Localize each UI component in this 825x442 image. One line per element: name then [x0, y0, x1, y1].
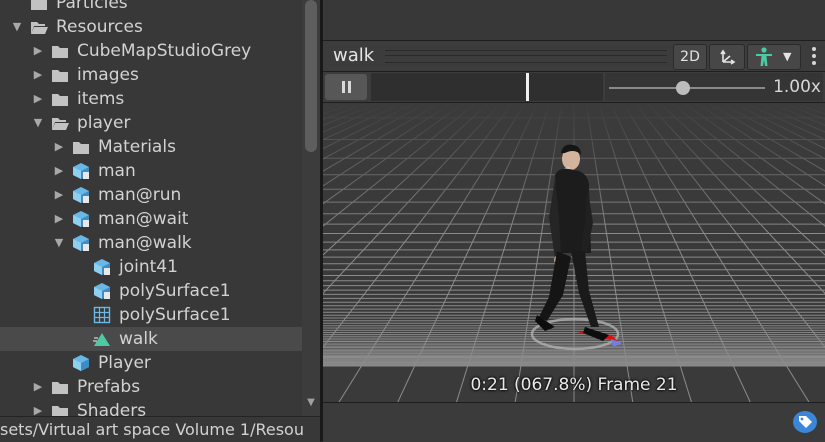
preview-scene: [323, 103, 825, 402]
tree-item[interactable]: polySurface1: [0, 279, 302, 303]
tree-item[interactable]: ▶ items: [0, 87, 302, 111]
tree-item-label: Resources: [56, 17, 143, 37]
collapse-arrow-icon[interactable]: ▶: [52, 207, 66, 231]
tree-item[interactable]: ▶ CubeMapStudioGrey: [0, 39, 302, 63]
tree-item[interactable]: ▶ man@run: [0, 183, 302, 207]
tree-item[interactable]: Particles: [0, 0, 302, 15]
tree-item[interactable]: ▼ player: [0, 111, 302, 135]
avatar-dropdown[interactable]: ▼: [747, 44, 801, 70]
expand-arrow-icon[interactable]: ▼: [10, 15, 24, 39]
tree-item-label: items: [77, 89, 125, 109]
tree-scrollbar-thumb[interactable]: [305, 0, 317, 152]
folder-icon: [73, 142, 89, 154]
playhead[interactable]: [526, 73, 529, 101]
folder-open-icon: [52, 118, 69, 130]
tree-item[interactable]: ▶ Prefabs: [0, 375, 302, 399]
frame-info: 0:21 (067.8%) Frame 21: [470, 375, 678, 395]
chevron-down-icon: ▼: [783, 50, 792, 63]
tree-item[interactable]: joint41: [0, 255, 302, 279]
prefab-model-icon: [73, 235, 89, 251]
pivot-axes-icon: [720, 49, 736, 65]
collapse-arrow-icon[interactable]: ▶: [52, 183, 66, 207]
prefab-model-icon: [94, 283, 110, 299]
folder-icon: [52, 94, 68, 106]
animation-clip-icon: [93, 333, 110, 346]
tree-item-label: Particles: [56, 0, 128, 13]
tree-item[interactable]: ▼ man@walk: [0, 231, 302, 255]
tree-item[interactable]: ▼ Resources: [0, 15, 302, 39]
collapse-arrow-icon[interactable]: ▶: [31, 39, 45, 63]
mode-2d-label: 2D: [680, 49, 700, 65]
tree-item[interactable]: ▶ Materials: [0, 135, 302, 159]
tree-item[interactable]: Player: [0, 351, 302, 375]
prefab-model-icon: [73, 211, 89, 227]
tree-item-label: Shaders: [77, 401, 147, 416]
collapse-arrow-icon[interactable]: ▶: [52, 135, 66, 159]
folder-icon: [52, 382, 68, 394]
folder-open-icon: [31, 22, 48, 34]
collapse-arrow-icon[interactable]: ▶: [31, 399, 45, 416]
pause-button[interactable]: [325, 74, 367, 100]
tag-icon: [799, 416, 812, 428]
timeline-scrubber[interactable]: [371, 73, 603, 101]
tree-item-label: polySurface1: [119, 305, 231, 325]
tree-item-label: man@run: [98, 185, 182, 205]
collapse-arrow-icon[interactable]: ▶: [52, 159, 66, 183]
tree-item[interactable]: walk: [0, 327, 302, 351]
pause-icon: [342, 81, 345, 93]
tree-item-label: player: [77, 113, 131, 133]
preview-footer: [323, 402, 825, 442]
tree-item-label: man@wait: [98, 209, 189, 229]
tree-item-label: Player: [98, 353, 151, 373]
tree-item-label: joint41: [119, 257, 178, 277]
pivot-button[interactable]: [709, 44, 745, 70]
tree-item-label: Materials: [98, 137, 176, 157]
tree-item[interactable]: polySurface1: [0, 303, 302, 327]
collapse-arrow-icon[interactable]: ▶: [31, 63, 45, 87]
tree-item-label: CubeMapStudioGrey: [77, 41, 252, 61]
playback-bar: 1.00x: [323, 72, 825, 103]
preview-header: walk 2D ▼: [323, 41, 825, 72]
more-vertical-icon[interactable]: [809, 47, 819, 65]
tree-item-label: walk: [119, 329, 158, 349]
animation-preview-viewport[interactable]: 0:21 (067.8%) Frame 21: [323, 103, 825, 402]
scroll-down-arrow-icon[interactable]: ▼: [305, 396, 317, 410]
project-tree: Particles ▼ Resources ▶ CubeMapStudioGrey ▶ im…: [0, 0, 320, 416]
mesh-grid-icon: [93, 306, 111, 324]
tree-item[interactable]: ▶ images: [0, 63, 302, 87]
folder-icon: [52, 70, 68, 82]
preview-title: walk: [333, 45, 375, 66]
folder-icon: [52, 46, 68, 58]
tree-item-label: man: [98, 161, 136, 181]
asset-label-button[interactable]: [793, 411, 817, 433]
preview-drag-handle[interactable]: [385, 50, 667, 63]
speed-control: 1.00x: [605, 73, 823, 101]
folder-icon: [52, 406, 68, 416]
expand-arrow-icon[interactable]: ▼: [31, 111, 45, 135]
folder-icon: [31, 0, 47, 10]
tree-item[interactable]: ▶ man: [0, 159, 302, 183]
speed-slider-knob[interactable]: [676, 81, 690, 95]
prefab-model-icon: [94, 259, 110, 275]
tree-item-label: polySurface1: [119, 281, 231, 301]
collapse-arrow-icon[interactable]: ▶: [31, 87, 45, 111]
asset-path-bar: sets/Virtual art space Volume 1/Resou: [0, 416, 320, 442]
prefab-model-icon: [73, 163, 89, 179]
avatar-figure-icon: [756, 47, 772, 66]
tree-item-label: images: [77, 65, 139, 85]
tree-item-label: man@walk: [98, 233, 192, 253]
asset-path-text: sets/Virtual art space Volume 1/Resou: [0, 420, 304, 439]
tree-item-label: Prefabs: [77, 377, 141, 397]
speed-value: 1.00x: [773, 77, 821, 97]
prefab-model-icon: [73, 187, 89, 203]
mode-2d-button[interactable]: 2D: [673, 44, 707, 70]
prefab-icon: [73, 355, 89, 371]
collapse-arrow-icon[interactable]: ▶: [31, 375, 45, 399]
tree-item[interactable]: ▶ man@wait: [0, 207, 302, 231]
inspector-top-area: [323, 0, 825, 41]
tree-item[interactable]: ▶ Shaders: [0, 399, 302, 416]
expand-arrow-icon[interactable]: ▼: [52, 231, 66, 255]
